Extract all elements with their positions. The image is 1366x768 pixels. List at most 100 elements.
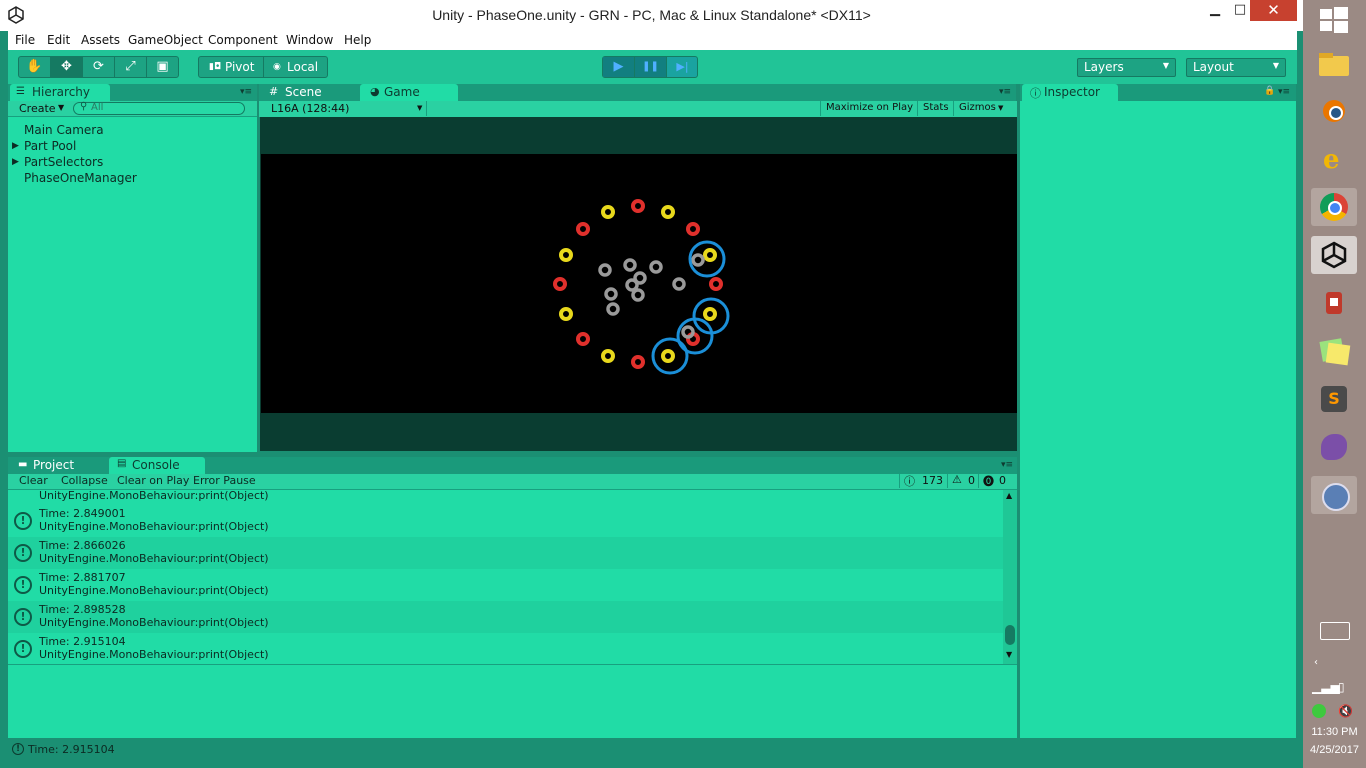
scroll-down-icon[interactable]: ▼ — [1006, 650, 1012, 659]
chrome-icon[interactable] — [1311, 188, 1357, 226]
clock-date[interactable]: 4/25/2017 — [1303, 744, 1366, 756]
unity-taskbar-icon[interactable] — [1311, 236, 1357, 274]
menu-gameobject[interactable]: GameObject — [128, 33, 203, 47]
layout-dropdown[interactable]: Layout ▼ — [1186, 58, 1286, 77]
tab-hierarchy-label: Hierarchy — [32, 85, 91, 99]
menu-window[interactable]: Window — [286, 33, 333, 47]
resolution-dropdown[interactable]: L16A (128:44) ▼ — [261, 101, 427, 116]
hand-tool-icon[interactable]: ✋ — [19, 57, 51, 77]
info-count-toggle[interactable]: ⓘ 173 — [899, 474, 947, 488]
keyboard-icon[interactable] — [1320, 622, 1350, 640]
gray-part-icon — [598, 263, 612, 277]
blender-icon[interactable] — [1311, 92, 1357, 130]
panel-menu-icon[interactable]: ▾≡ — [240, 87, 252, 97]
console-row[interactable]: ! Time: 2.898528 UnityEngine.MonoBehavio… — [8, 601, 1003, 633]
tab-scene[interactable]: # Scene — [261, 84, 357, 101]
sticky-notes-icon[interactable] — [1311, 332, 1357, 370]
scroll-thumb[interactable] — [1005, 625, 1015, 645]
create-dropdown[interactable]: Create — [19, 102, 56, 115]
search-placeholder: All — [91, 102, 104, 113]
scroll-up-icon[interactable]: ▲ — [1006, 491, 1012, 500]
console-scrollbar[interactable]: ▲ ▼ — [1003, 490, 1017, 664]
menu-edit[interactable]: Edit — [47, 33, 70, 47]
move-tool-icon[interactable]: ✥ — [51, 57, 83, 77]
hierarchy-item-phase-one-manager[interactable]: PhaseOneManager — [24, 171, 137, 185]
chevron-left-icon[interactable]: ‹ — [1314, 657, 1318, 668]
sublime-text-icon[interactable]: S — [1311, 380, 1357, 418]
menu-help[interactable]: Help — [344, 33, 371, 47]
step-button[interactable]: ▶| — [667, 57, 698, 77]
warning-count-toggle[interactable]: ⚠ 0 — [947, 473, 978, 488]
grid-icon: # — [269, 85, 279, 98]
remote-desktop-icon[interactable] — [1311, 476, 1357, 514]
tab-inspector-label: Inspector — [1044, 85, 1100, 99]
gizmos-label: Gizmos — [959, 102, 996, 113]
gray-part-icon — [649, 260, 663, 274]
tab-hierarchy[interactable]: ☰ Hierarchy — [10, 84, 110, 101]
hierarchy-item-part-selectors[interactable]: PartSelectors — [24, 155, 103, 169]
log-trace: UnityEngine.MonoBehaviour:print(Object) — [39, 648, 269, 661]
maximize-on-play-toggle[interactable]: Maximize on Play — [820, 101, 916, 116]
tab-game[interactable]: ◕ Game — [360, 84, 458, 101]
tab-scene-label: Scene — [285, 85, 322, 99]
gizmos-dropdown[interactable]: Gizmos ▼ — [953, 101, 1006, 116]
tab-inspector[interactable]: ⓘ Inspector — [1022, 84, 1118, 101]
panel-menu-icon[interactable]: ▾≡ — [1278, 87, 1290, 97]
menu-assets[interactable]: Assets — [81, 33, 120, 47]
collapse-button[interactable]: Collapse — [61, 474, 108, 488]
yellow-part-icon — [703, 248, 717, 262]
hierarchy-tabbar: ☰ Hierarchy ▾≡ — [8, 84, 257, 101]
purple-creature-icon[interactable] — [1311, 428, 1357, 466]
console-row[interactable]: ! Time: 2.866026 UnityEngine.MonoBehavio… — [8, 537, 1003, 569]
close-button[interactable]: ✕ — [1250, 0, 1297, 21]
game-canvas[interactable] — [261, 154, 1017, 413]
warning-icon: ⚠ — [952, 473, 962, 486]
console-row[interactable]: ! Time: 2.849001 UnityEngine.MonoBehavio… — [8, 505, 1003, 537]
local-button[interactable]: Local — [287, 60, 318, 74]
battery-icon[interactable]: ▯ — [1338, 680, 1345, 694]
console-row[interactable]: ! Time: 2.881707 UnityEngine.MonoBehavio… — [8, 569, 1003, 601]
expand-arrow-icon[interactable]: ▶ — [12, 141, 19, 151]
rotate-tool-icon[interactable]: ⟳ — [83, 57, 115, 77]
hierarchy-search-input[interactable]: ⚲ All — [73, 101, 245, 115]
clear-on-play-button[interactable]: Clear on Play — [117, 474, 189, 488]
play-button[interactable]: ▶ — [603, 57, 635, 77]
menu-component[interactable]: Component — [208, 33, 278, 47]
status-green-icon[interactable] — [1312, 704, 1326, 718]
tab-project[interactable]: ▬ Project — [10, 457, 106, 474]
error-count-toggle[interactable]: ⓿ 0 — [978, 474, 1009, 488]
gray-part-icon — [681, 325, 695, 339]
windows-start-icon[interactable] — [1318, 6, 1350, 34]
expand-arrow-icon[interactable]: ▶ — [12, 157, 19, 167]
clock-time[interactable]: 11:30 PM — [1303, 726, 1366, 738]
log-trace: UnityEngine.MonoBehaviour:print(Object) — [39, 552, 269, 565]
hierarchy-item-main-camera[interactable]: Main Camera — [24, 123, 104, 137]
pause-button[interactable]: ❚❚ — [635, 57, 667, 77]
internet-explorer-icon[interactable]: e — [1311, 140, 1357, 178]
pivot-button[interactable]: Pivot — [225, 60, 254, 74]
tab-console[interactable]: ▤ Console — [109, 457, 205, 474]
lock-icon[interactable]: 🔒 — [1264, 86, 1275, 96]
signal-icon[interactable]: ▁▃▅ — [1312, 680, 1340, 694]
file-explorer-icon[interactable] — [1311, 46, 1357, 84]
minimize-button[interactable]: ▁ — [1201, 0, 1229, 20]
console-row[interactable]: ! Time: 2.915104 UnityEngine.MonoBehavio… — [8, 633, 1003, 665]
status-message[interactable]: Time: 2.915104 — [28, 743, 115, 756]
robot-app-icon[interactable] — [1311, 284, 1357, 322]
rect-tool-icon[interactable]: ▣ — [147, 57, 178, 77]
maximize-on-play-label: Maximize on Play — [826, 102, 914, 113]
stats-toggle[interactable]: Stats — [917, 101, 952, 116]
menu-file[interactable]: File — [15, 33, 35, 47]
scale-tool-icon[interactable]: ⤢ — [115, 57, 147, 77]
hierarchy-item-part-pool[interactable]: Part Pool — [24, 139, 76, 153]
panel-menu-icon[interactable]: ▾≡ — [999, 87, 1011, 97]
layers-dropdown[interactable]: Layers ▼ — [1077, 58, 1176, 77]
volume-muted-icon[interactable]: 🔇 — [1338, 704, 1353, 718]
error-count: 0 — [999, 474, 1006, 487]
error-pause-button[interactable]: Error Pause — [193, 474, 256, 488]
panel-menu-icon[interactable]: ▾≡ — [1001, 460, 1013, 470]
yellow-part-icon — [559, 307, 573, 321]
inspector-tabbar: ⓘ Inspector 🔒 ▾≡ — [1020, 84, 1296, 101]
clear-button[interactable]: Clear — [19, 474, 48, 488]
log-message: Time: 2.898528 — [39, 603, 126, 616]
